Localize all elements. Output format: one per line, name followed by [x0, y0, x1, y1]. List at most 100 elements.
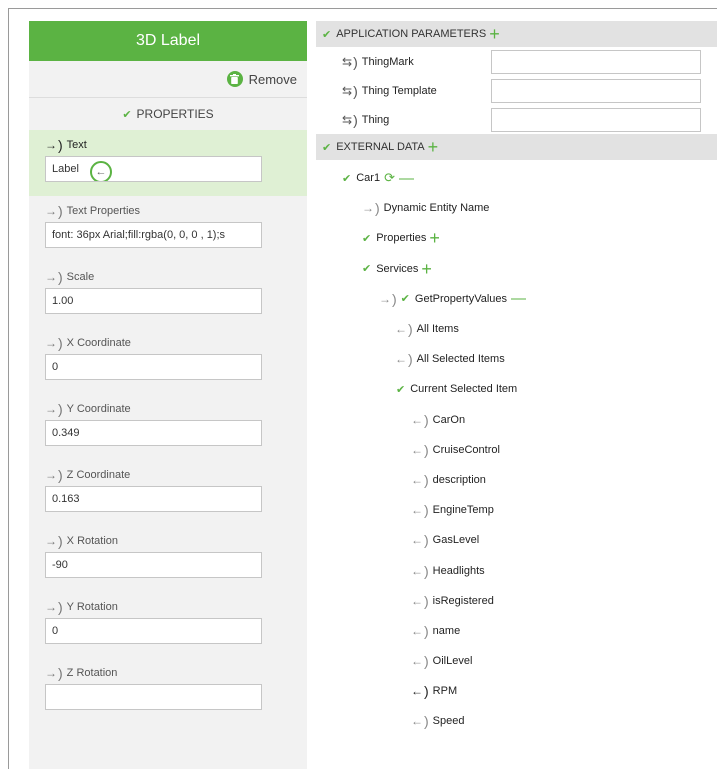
tree-field-item[interactable]: ←) EngineTemp	[316, 495, 717, 525]
arrow-right-icon: →	[45, 600, 57, 614]
prop-y-coordinate: →) Y Coordinate 0.349	[29, 394, 307, 460]
y-coordinate-field[interactable]: 0.349	[45, 420, 262, 446]
arrow-right-icon: →	[45, 402, 57, 416]
tree-field-item[interactable]: ←) description	[316, 465, 717, 495]
tree-node-all-selected-items[interactable]: ←) All Selected Items	[316, 344, 717, 374]
tree-field-item[interactable]: ←) CruiseControl	[316, 435, 717, 465]
arrow-right-icon: →	[45, 336, 57, 350]
tree-node-dynamic-entity-name[interactable]: →) Dynamic Entity Name	[316, 193, 717, 223]
prop-label: →) Y Coordinate	[45, 401, 131, 417]
tree-node-current-selected-item[interactable]: ✔ Current Selected Item	[316, 374, 717, 404]
arrow-left-icon: ←	[395, 322, 407, 337]
chevron-down-icon: ✔	[400, 293, 410, 306]
tree-field-label: GasLevel	[432, 534, 480, 547]
tree-field-label: Headlights	[432, 564, 485, 577]
prop-label-text: Y Coordinate	[66, 403, 131, 415]
tree-node-car1[interactable]: ✔ Car1 ⟳ —	[316, 163, 717, 193]
chevron-down-icon: ✔	[122, 108, 132, 121]
prop-x-coordinate: →) X Coordinate 0	[29, 328, 307, 394]
tree-field-item[interactable]: ←) RPM	[316, 676, 717, 706]
prop-z-coordinate: →) Z Coordinate 0.163	[29, 460, 307, 526]
tree-field-item[interactable]: ←) name	[316, 616, 717, 646]
tree-field-item[interactable]: ←) GasLevel	[316, 525, 717, 555]
arrow-right-icon: →	[45, 270, 57, 284]
data-panel: ✔ APPLICATION PARAMETERS + ⇆) ThingMark …	[316, 21, 717, 769]
bidirectional-arrow-icon: ⇆	[342, 54, 353, 69]
tree-field-label: EngineTemp	[432, 504, 494, 517]
x-rotation-field[interactable]: -90	[45, 552, 262, 578]
tree-field-item[interactable]: ←) Headlights	[316, 555, 717, 585]
thingmark-input[interactable]	[491, 49, 701, 74]
add-icon[interactable]: +	[429, 229, 440, 247]
thing-input[interactable]	[491, 107, 701, 132]
arrow-left-icon: ←	[411, 623, 423, 638]
properties-toggle[interactable]: ✔ PROPERTIES	[29, 98, 307, 130]
tree-field-label: OilLevel	[432, 655, 473, 668]
field-value: font: 36px Arial;fill:rgba(0, 0, 0 , 1);…	[52, 229, 226, 241]
chevron-down-icon: ✔	[396, 383, 406, 396]
tree-node-properties[interactable]: ✔ Properties +	[316, 223, 717, 253]
add-data-icon[interactable]: +	[428, 138, 439, 156]
field-value: 0.349	[52, 427, 80, 439]
arrow-right-icon: →	[45, 666, 57, 680]
prop-label-text: Scale	[66, 271, 95, 283]
prop-text: →) Text Label ←	[29, 130, 307, 196]
tree-node-label: Car1	[356, 172, 381, 185]
bidirectional-arrow-icon: ⇆	[342, 112, 353, 127]
scale-field[interactable]: 1.00	[45, 288, 262, 314]
refresh-icon[interactable]: ⟳	[384, 170, 395, 186]
remove-icon[interactable]: —	[511, 290, 526, 307]
tree-node-label: GetPropertyValues	[414, 292, 508, 305]
tree-node-services[interactable]: ✔ Services +	[316, 254, 717, 284]
external-data-header[interactable]: ✔ EXTERNAL DATA +	[316, 134, 717, 160]
add-parameter-icon[interactable]: +	[489, 25, 500, 43]
prop-label-text: Z Rotation	[66, 667, 118, 679]
x-coordinate-field[interactable]: 0	[45, 354, 262, 380]
remove-button[interactable]: Remove	[29, 61, 307, 98]
tree-node-label: All Selected Items	[416, 353, 505, 366]
panel-title: 3D Label	[29, 21, 307, 61]
z-rotation-field[interactable]	[45, 684, 262, 710]
arrow-left-icon: ←	[411, 684, 423, 699]
z-coordinate-field[interactable]: 0.163	[45, 486, 262, 512]
param-label: ⇆) ThingMark	[342, 53, 414, 70]
text-properties-field[interactable]: font: 36px Arial;fill:rgba(0, 0, 0 , 1);…	[45, 222, 262, 248]
tree-field-item[interactable]: ←) OilLevel	[316, 646, 717, 676]
prop-z-rotation: →) Z Rotation	[29, 658, 307, 724]
chevron-down-icon: ✔	[322, 28, 332, 41]
tree-field-item[interactable]: ←) Speed	[316, 706, 717, 736]
application-parameters-header[interactable]: ✔ APPLICATION PARAMETERS +	[316, 21, 717, 47]
arrow-right-icon: →	[45, 204, 57, 218]
param-label-text: Thing Template	[361, 84, 437, 97]
prop-label-text: Text	[66, 139, 87, 151]
thing-template-input[interactable]	[491, 78, 701, 103]
tree-node-all-items[interactable]: ←) All Items	[316, 314, 717, 344]
prop-y-rotation: →) Y Rotation 0	[29, 592, 307, 658]
arrow-right-icon: →	[45, 468, 57, 482]
tree-node-label: Services	[376, 262, 419, 275]
binding-target-icon[interactable]: ←	[90, 161, 112, 181]
add-icon[interactable]: +	[421, 260, 432, 278]
prop-scale: →) Scale 1.00	[29, 262, 307, 328]
tree-node-get-property-values[interactable]: →) ✔ GetPropertyValues —	[316, 284, 717, 314]
prop-label: →) X Rotation	[45, 533, 119, 549]
tree-node-label: All Items	[416, 323, 459, 336]
tree-field-item[interactable]: ←) CarOn	[316, 405, 717, 435]
param-label: ⇆) Thing Template	[342, 82, 437, 99]
y-rotation-field[interactable]: 0	[45, 618, 262, 644]
prop-label: →) X Coordinate	[45, 335, 131, 351]
remove-icon[interactable]: —	[399, 170, 414, 187]
tree-field-label: name	[432, 624, 461, 637]
tree-field-item[interactable]: ←) isRegistered	[316, 586, 717, 616]
arrow-left-icon: ←	[411, 714, 423, 729]
param-row-thing-template: ⇆) Thing Template	[316, 76, 717, 105]
prop-label: →) Z Coordinate	[45, 467, 131, 483]
chevron-down-icon: ✔	[342, 172, 352, 185]
text-field[interactable]: Label ←	[45, 156, 262, 182]
field-value: Label	[52, 163, 79, 175]
arrow-right-icon: →	[379, 291, 391, 306]
prop-label: →) Text Properties	[45, 203, 141, 219]
arrow-left-icon: ←	[395, 352, 407, 367]
chevron-down-icon: ✔	[322, 141, 332, 154]
prop-label-text: Y Rotation	[66, 601, 118, 613]
